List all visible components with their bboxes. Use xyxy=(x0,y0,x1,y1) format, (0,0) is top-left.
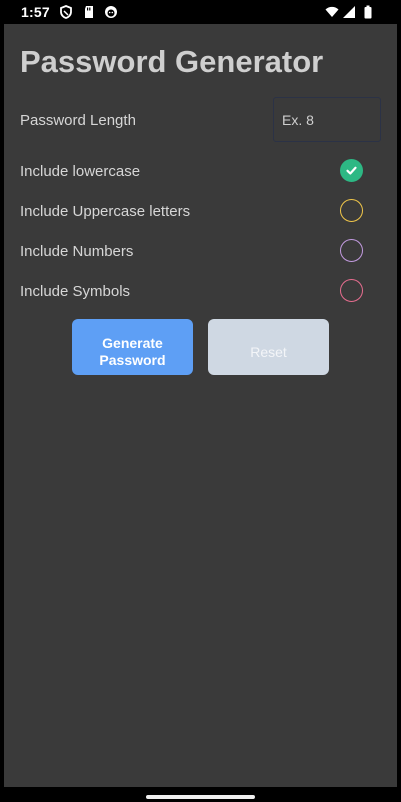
reset-button[interactable]: Reset xyxy=(208,319,329,375)
signal-icon xyxy=(343,6,355,18)
generate-label-line2: Password xyxy=(99,352,166,368)
check-icon xyxy=(346,166,357,175)
battery-icon xyxy=(364,5,372,19)
wifi-icon xyxy=(325,6,339,17)
navigation-bar xyxy=(0,787,401,802)
option-numbers-label: Include Numbers xyxy=(20,243,134,260)
generate-password-button[interactable]: Generate Password xyxy=(72,319,193,375)
page-title: Password Generator xyxy=(20,44,324,79)
face-icon xyxy=(105,6,117,18)
reset-label: Reset xyxy=(250,343,287,360)
password-length-input[interactable] xyxy=(273,97,381,142)
app-screen: Password Generator Password Length Inclu… xyxy=(4,24,397,787)
option-lowercase-label: Include lowercase xyxy=(20,163,141,180)
symbols-checkbox[interactable] xyxy=(340,279,363,302)
home-gesture-handle[interactable] xyxy=(146,795,255,799)
status-time: 1:57 xyxy=(21,4,50,20)
generate-label-line1: Generate xyxy=(102,335,163,351)
option-symbols-label: Include Symbols xyxy=(20,283,131,300)
numbers-checkbox[interactable] xyxy=(340,239,363,262)
sd-card-icon xyxy=(85,6,93,18)
password-length-label: Password Length xyxy=(20,112,136,129)
status-bar: 1:57 xyxy=(0,0,401,24)
shield-icon xyxy=(60,5,72,19)
lowercase-checkbox[interactable] xyxy=(340,159,363,182)
option-uppercase-label: Include Uppercase letters xyxy=(20,203,191,220)
uppercase-checkbox[interactable] xyxy=(340,199,363,222)
